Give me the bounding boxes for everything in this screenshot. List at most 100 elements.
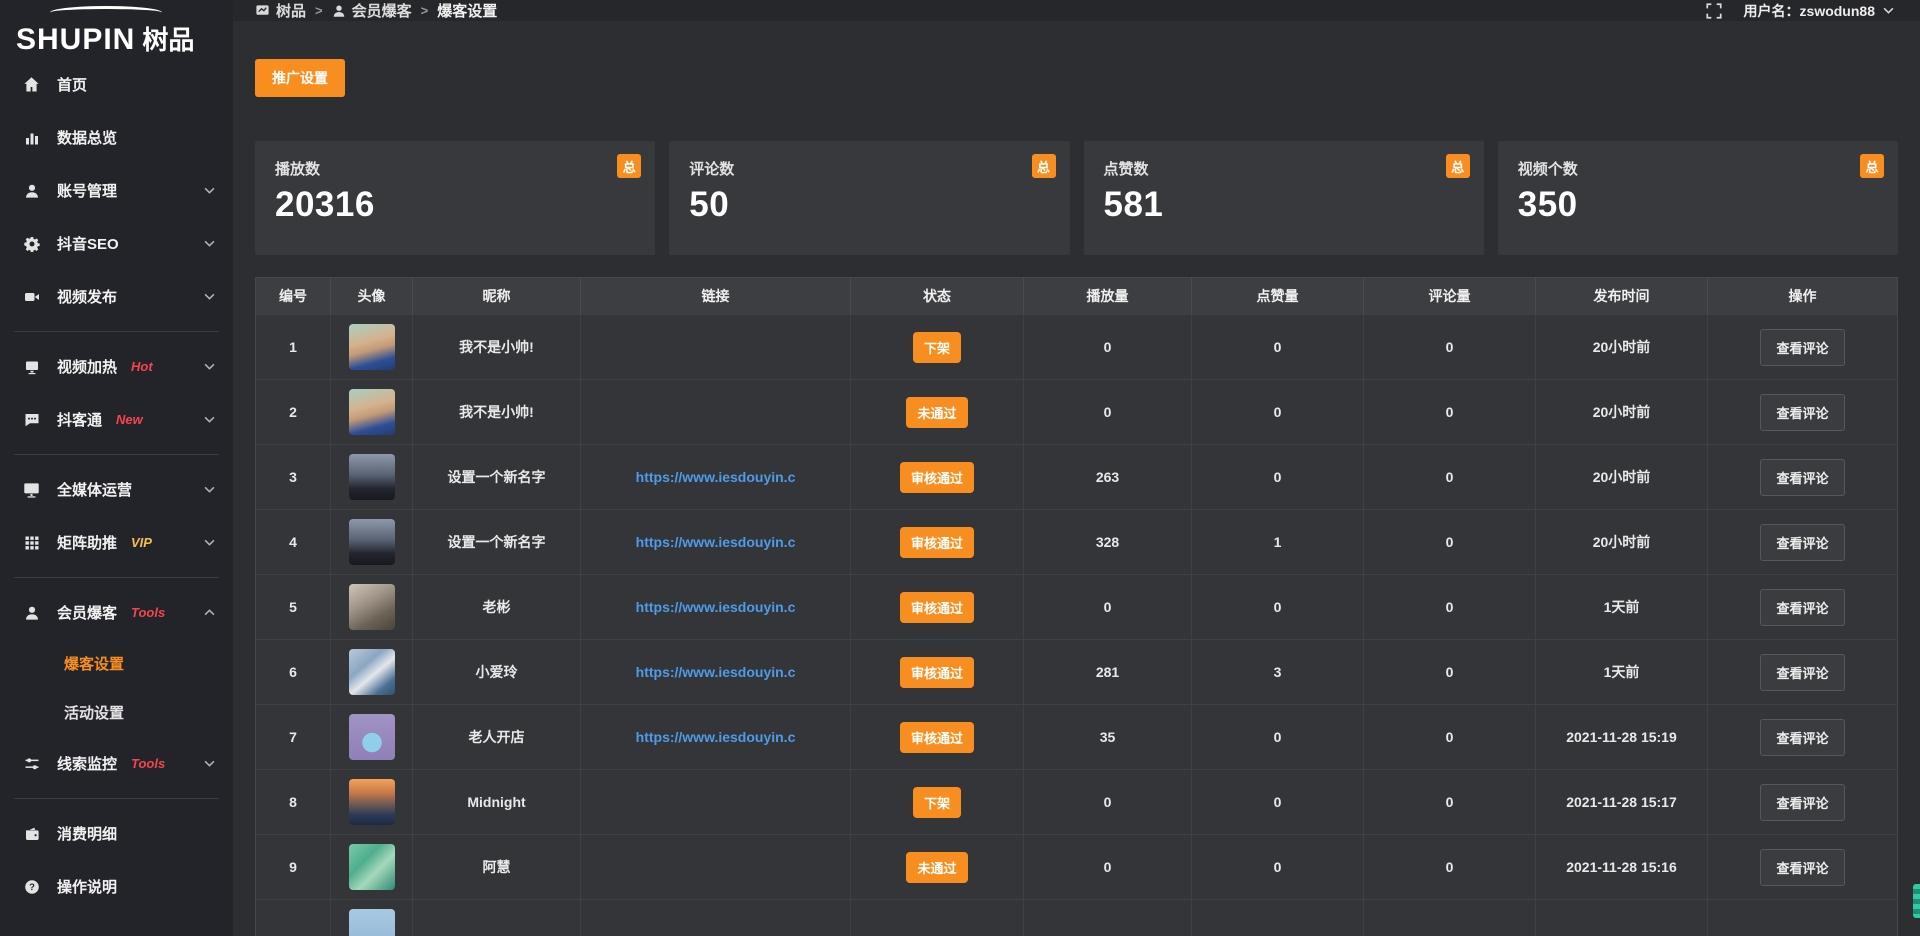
stat-card-videos: 视频个数 350 总 xyxy=(1498,141,1898,255)
view-comments-button[interactable]: 查看评论 xyxy=(1760,589,1844,626)
cell-nickname: 小爱玲 xyxy=(413,640,581,704)
status-badge: 下架 xyxy=(913,332,961,363)
cell-status: 审核通过 xyxy=(851,640,1024,704)
sidebar: SHUPIN 树品 首页 数据总览 账号管理 xyxy=(0,0,233,936)
sidebar-item-lead-monitoring[interactable]: 线索监控 Tools xyxy=(0,737,233,790)
cell-likes: 0 xyxy=(1192,445,1364,509)
cell-time: 20小时前 xyxy=(1536,380,1708,444)
column-header: 播放量 xyxy=(1024,278,1192,314)
cell-link[interactable]: https://www.iesdouyin.c xyxy=(581,510,851,574)
cell-action: 查看评论 xyxy=(1708,575,1897,639)
cell-nickname: 设置一个新名字 xyxy=(413,510,581,574)
sidebar-item-account-management[interactable]: 账号管理 xyxy=(0,164,233,217)
cell-likes: 0 xyxy=(1192,770,1364,834)
view-comments-button[interactable]: 查看评论 xyxy=(1760,784,1844,821)
cell-index: 7 xyxy=(256,705,331,769)
cell-likes: 0 xyxy=(1192,315,1364,379)
cell-plays: 328 xyxy=(1024,510,1192,574)
cell-plays: 263 xyxy=(1024,445,1192,509)
cell-avatar xyxy=(331,510,413,574)
sidebar-item-matrix-boost[interactable]: 矩阵助推 VIP xyxy=(0,516,233,569)
sidebar-item-instructions[interactable]: ? 操作说明 xyxy=(0,860,233,913)
table-header-row: 编号 头像 昵称 链接 状态 播放量 点赞量 评论量 发布时间 操作 xyxy=(256,278,1897,314)
status-badge: 审核通过 xyxy=(900,527,974,558)
table-row-partial xyxy=(256,899,1897,936)
cell-action: 查看评论 xyxy=(1708,770,1897,834)
cell-link[interactable]: https://www.iesdouyin.c xyxy=(581,575,851,639)
view-comments-button[interactable]: 查看评论 xyxy=(1760,524,1844,561)
cell-avatar xyxy=(331,705,413,769)
column-header: 状态 xyxy=(851,278,1024,314)
user-menu[interactable]: 用户名：zswodun88 xyxy=(1744,1,1894,21)
sidebar-item-video-heat[interactable]: 视频加热 Hot xyxy=(0,340,233,393)
status-badge: 审核通过 xyxy=(900,592,974,623)
view-comments-button[interactable]: 查看评论 xyxy=(1760,394,1844,431)
cell-link[interactable]: https://www.iesdouyin.c xyxy=(581,705,851,769)
total-badge: 总 xyxy=(1446,154,1470,178)
sidebar-item-member-baoke[interactable]: 会员爆客 Tools xyxy=(0,586,233,639)
sidebar-item-expense-details[interactable]: 消费明细 xyxy=(0,807,233,860)
app-icon xyxy=(255,3,270,18)
promotion-settings-button[interactable]: 推广设置 xyxy=(255,59,345,97)
cell-link[interactable]: https://www.iesdouyin.c xyxy=(581,445,851,509)
cell-status: 审核通过 xyxy=(851,445,1024,509)
sidebar-subitem-baoke-settings[interactable]: 爆客设置 xyxy=(0,639,233,688)
sidebar-item-label: 视频发布 xyxy=(57,286,117,307)
sidebar-item-label: 矩阵助推 xyxy=(57,532,117,553)
bar-chart-icon xyxy=(22,130,41,146)
view-comments-button[interactable]: 查看评论 xyxy=(1760,719,1844,756)
scrollbar-thumb[interactable] xyxy=(1913,884,1920,918)
total-badge: 总 xyxy=(617,154,641,178)
hot-badge: Hot xyxy=(131,359,153,374)
breadcrumb-item-member-baoke[interactable]: 会员爆客 xyxy=(332,0,412,21)
column-header: 点赞量 xyxy=(1192,278,1364,314)
cell-comments: 0 xyxy=(1364,835,1536,899)
breadcrumb-item-home[interactable]: 树品 xyxy=(255,0,306,21)
stat-label: 视频个数 xyxy=(1518,158,1878,179)
cell-comments: 0 xyxy=(1364,445,1536,509)
cell-avatar xyxy=(331,380,413,444)
avatar-image xyxy=(349,714,395,760)
sidebar-item-label: 操作说明 xyxy=(57,876,117,897)
svg-text:?: ? xyxy=(29,882,35,893)
sidebar-item-data-overview[interactable]: 数据总览 xyxy=(0,111,233,164)
cell-link[interactable]: https://www.iesdouyin.c xyxy=(581,640,851,704)
sidebar-item-video-publish[interactable]: 视频发布 xyxy=(0,270,233,323)
cell-status: 未通过 xyxy=(851,835,1024,899)
cell-avatar xyxy=(331,315,413,379)
sidebar-item-douketong[interactable]: 抖客通 New xyxy=(0,393,233,446)
cell-action: 查看评论 xyxy=(1708,315,1897,379)
avatar-image xyxy=(349,649,395,695)
table-row: 4 设置一个新名字 https://www.iesdouyin.c 审核通过 3… xyxy=(256,509,1897,574)
cell-nickname: Midnight xyxy=(413,770,581,834)
cell-nickname: 我不是小帅! xyxy=(413,380,581,444)
cell-avatar xyxy=(331,900,413,936)
brand-logo: SHUPIN 树品 xyxy=(0,0,233,56)
cell-avatar xyxy=(331,575,413,639)
sidebar-item-home[interactable]: 首页 xyxy=(0,58,233,111)
view-comments-button[interactable]: 查看评论 xyxy=(1760,654,1844,691)
fullscreen-icon[interactable] xyxy=(1706,3,1722,19)
cell-plays: 0 xyxy=(1024,835,1192,899)
view-comments-button[interactable]: 查看评论 xyxy=(1760,849,1844,886)
cell-comments: 0 xyxy=(1364,315,1536,379)
avatar-image xyxy=(349,389,395,435)
cell-action: 查看评论 xyxy=(1708,380,1897,444)
cell-nickname: 我不是小帅! xyxy=(413,315,581,379)
sidebar-item-omnimedia[interactable]: 全媒体运营 xyxy=(0,463,233,516)
user-icon xyxy=(22,183,41,199)
sidebar-item-douyin-seo[interactable]: 抖音SEO xyxy=(0,217,233,270)
cell-plays: 0 xyxy=(1024,770,1192,834)
sidebar-divider xyxy=(14,798,219,799)
cell-status: 审核通过 xyxy=(851,705,1024,769)
cell-index: 2 xyxy=(256,380,331,444)
sidebar-subitem-activity-settings[interactable]: 活动设置 xyxy=(0,688,233,737)
cell-avatar xyxy=(331,640,413,704)
gear-icon xyxy=(22,236,41,252)
view-comments-button[interactable]: 查看评论 xyxy=(1760,329,1844,366)
avatar-image xyxy=(349,519,395,565)
view-comments-button[interactable]: 查看评论 xyxy=(1760,459,1844,496)
cell-plays: 0 xyxy=(1024,575,1192,639)
cell-comments: 0 xyxy=(1364,380,1536,444)
total-badge: 总 xyxy=(1860,154,1884,178)
